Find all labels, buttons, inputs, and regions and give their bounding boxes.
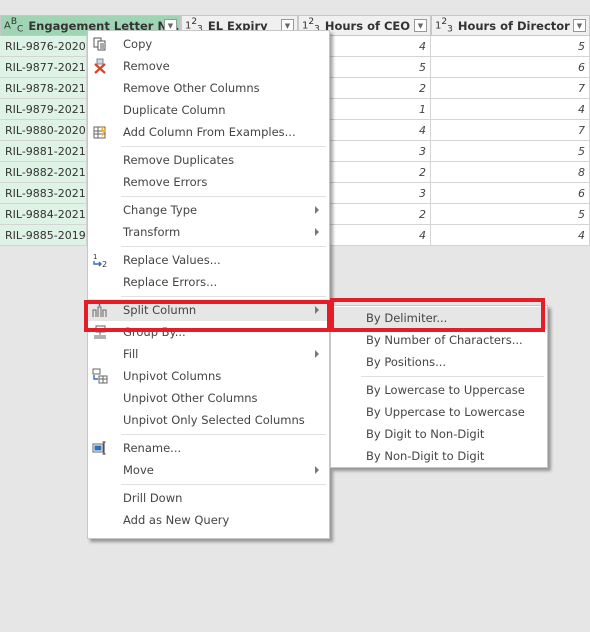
menu-item-transform[interactable]: Transform [88, 221, 329, 243]
menu-item-label: By Positions... [366, 355, 447, 369]
cell-engagement-letter[interactable]: RIL-9876-2020 [0, 36, 87, 57]
menu-separator [361, 376, 544, 377]
menu-item-remove[interactable]: Remove [88, 55, 329, 77]
menu-item-label: Duplicate Column [123, 103, 226, 117]
column-header-label: Hours of CEO [324, 18, 411, 33]
menu-item-label: By Digit to Non-Digit [366, 427, 485, 441]
menu-item-remove-duplicates[interactable]: Remove Duplicates [88, 149, 329, 171]
column-header-hours-director[interactable]: 123 Hours of Director ▼ [431, 15, 590, 36]
menu-separator [121, 196, 326, 197]
filter-dropdown-button[interactable]: ▼ [414, 19, 427, 32]
menu-item-unpivot-other-columns[interactable]: Unpivot Other Columns [88, 387, 329, 409]
cell-engagement-letter[interactable]: RIL-9881-2021 [0, 141, 87, 162]
menu-item-move[interactable]: Move [88, 459, 329, 481]
cell-engagement-letter[interactable]: RIL-9885-2019 [0, 225, 87, 246]
menu-item-label: Change Type [123, 203, 198, 217]
menu-item-label: Drill Down [123, 491, 183, 505]
menu-separator [121, 246, 326, 247]
cell-engagement-letter[interactable]: RIL-9878-2021 [0, 78, 87, 99]
menu-item-add-as-new-query[interactable]: Add as New Query [88, 509, 329, 531]
menu-item-label: By Delimiter... [366, 311, 448, 325]
menu-item-drill-down[interactable]: Drill Down [88, 487, 329, 509]
menu-item-label: Unpivot Only Selected Columns [123, 413, 305, 427]
menu-item-label: Transform [123, 225, 181, 239]
svg-text:1: 1 [93, 253, 97, 261]
menu-item-duplicate-column[interactable]: Duplicate Column [88, 99, 329, 121]
menu-item-label: Rename... [123, 441, 182, 455]
cell-hours-director[interactable]: 5 [431, 36, 590, 57]
submenu-arrow-icon [315, 228, 319, 236]
filter-dropdown-button[interactable]: ▼ [573, 19, 586, 32]
menu-item-label: By Number of Characters... [366, 333, 523, 347]
cell-hours-director[interactable]: 6 [431, 57, 590, 78]
menu-separator [121, 484, 326, 485]
menu-item-unpivot-columns[interactable]: Unpivot Columns [88, 365, 329, 387]
split-column-submenu: By Delimiter... By Number of Characters..… [330, 305, 548, 468]
menu-item-label: By Uppercase to Lowercase [366, 405, 525, 419]
menu-item-unpivot-only-selected-columns[interactable]: Unpivot Only Selected Columns [88, 409, 329, 431]
cell-engagement-letter[interactable]: RIL-9882-2021 [0, 162, 87, 183]
submenu-arrow-icon [315, 306, 319, 314]
submenu-item-by-digit-to-non-digit[interactable]: By Digit to Non-Digit [331, 423, 547, 445]
menu-item-label: By Lowercase to Uppercase [366, 383, 525, 397]
menu-item-fill[interactable]: Fill [88, 343, 329, 365]
cell-hours-director[interactable]: 7 [431, 120, 590, 141]
menu-separator [121, 146, 326, 147]
cell-engagement-letter[interactable]: RIL-9880-2020 [0, 120, 87, 141]
cell-hours-director[interactable]: 5 [431, 204, 590, 225]
menu-item-copy[interactable]: Copy [88, 33, 329, 55]
menu-item-change-type[interactable]: Change Type [88, 199, 329, 221]
menu-item-remove-errors[interactable]: Remove Errors [88, 171, 329, 193]
menu-item-label: Remove Duplicates [123, 153, 235, 167]
menu-separator [121, 296, 326, 297]
menu-item-remove-other-columns[interactable]: Remove Other Columns [88, 77, 329, 99]
cell-engagement-letter[interactable]: RIL-9877-2021 [0, 57, 87, 78]
cell-hours-director[interactable]: 6 [431, 183, 590, 204]
menu-item-label: Replace Values... [123, 253, 221, 267]
svg-text:2: 2 [102, 260, 107, 268]
menu-item-label: Remove Errors [123, 175, 208, 189]
submenu-item-by-number-of-characters[interactable]: By Number of Characters... [331, 329, 547, 351]
cell-hours-director[interactable]: 8 [431, 162, 590, 183]
cell-engagement-letter[interactable]: RIL-9884-2021 [0, 204, 87, 225]
menu-separator [121, 434, 326, 435]
cell-hours-director[interactable]: 4 [431, 99, 590, 120]
cell-engagement-letter[interactable]: RIL-9879-2021 [0, 99, 87, 120]
menu-item-split-column[interactable]: Split Column [88, 299, 329, 321]
menu-item-label: Add as New Query [123, 513, 230, 527]
submenu-item-by-delimiter[interactable]: By Delimiter... [331, 307, 547, 329]
submenu-item-by-uppercase-to-lowercase[interactable]: By Uppercase to Lowercase [331, 401, 547, 423]
submenu-arrow-icon [315, 350, 319, 358]
cell-hours-director[interactable]: 5 [431, 141, 590, 162]
submenu-item-by-positions[interactable]: By Positions... [331, 351, 547, 373]
submenu-item-by-non-digit-to-digit[interactable]: By Non-Digit to Digit [331, 445, 547, 467]
menu-item-label: By Non-Digit to Digit [366, 449, 485, 463]
menu-item-label: Copy [123, 37, 153, 51]
column-header-label: Hours of Director [457, 18, 570, 33]
menu-item-label: Add Column From Examples... [123, 125, 296, 139]
text-type-icon: ABC [4, 16, 24, 35]
cell-engagement-letter[interactable]: RIL-9883-2021 [0, 183, 87, 204]
menu-item-label: Split Column [123, 303, 197, 317]
menu-item-label: Remove [123, 59, 170, 73]
menu-item-label: Unpivot Columns [123, 369, 222, 383]
submenu-item-by-lowercase-to-uppercase[interactable]: By Lowercase to Uppercase [331, 379, 547, 401]
menu-item-group-by[interactable]: Group By... [88, 321, 329, 343]
menu-item-rename[interactable]: Rename... [88, 437, 329, 459]
menu-item-label: Replace Errors... [123, 275, 218, 289]
menu-item-label: Unpivot Other Columns [123, 391, 258, 405]
menu-item-replace-errors[interactable]: Replace Errors... [88, 271, 329, 293]
menu-item-label: Fill [123, 347, 139, 361]
menu-item-label: Remove Other Columns [123, 81, 260, 95]
submenu-arrow-icon [315, 466, 319, 474]
menu-item-replace-values[interactable]: 1 2 Replace Values... [88, 249, 329, 271]
context-menu: Copy Remove Remove Other Columns Duplicate … [87, 30, 330, 539]
menu-item-add-column-from-examples[interactable]: Add Column From Examples... [88, 121, 329, 143]
menu-item-label: Move [123, 463, 154, 477]
submenu-arrow-icon [315, 206, 319, 214]
menu-item-label: Group By... [123, 325, 186, 339]
number-type-icon: 123 [435, 16, 453, 35]
cell-hours-director[interactable]: 4 [431, 225, 590, 246]
cell-hours-director[interactable]: 7 [431, 78, 590, 99]
